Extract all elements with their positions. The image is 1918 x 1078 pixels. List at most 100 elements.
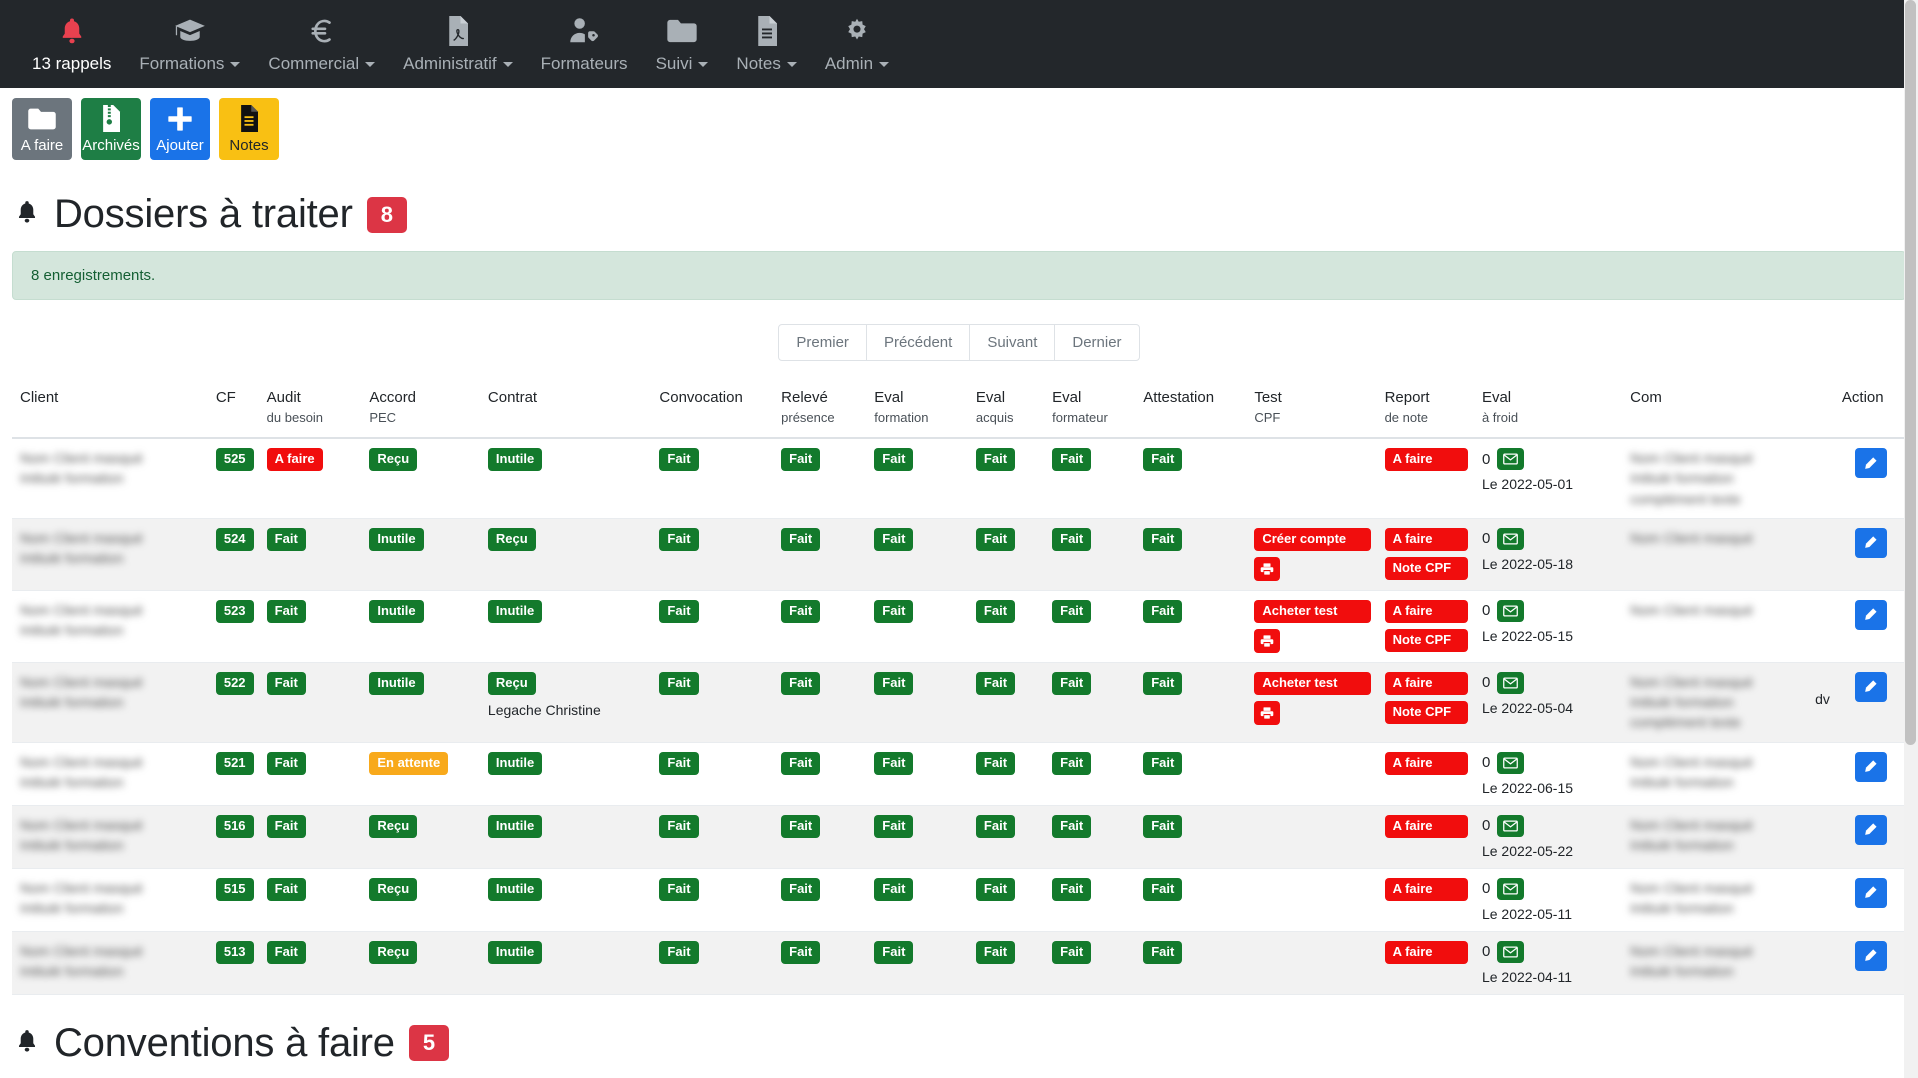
mail-icon[interactable] xyxy=(1497,448,1525,470)
archives-button[interactable]: Archivés xyxy=(81,98,141,160)
pagination-first[interactable]: Premier xyxy=(778,324,867,361)
contrat-badge[interactable]: Inutile xyxy=(487,599,543,623)
report-badge[interactable]: A faire xyxy=(1384,599,1468,623)
mail-icon[interactable] xyxy=(1497,751,1525,774)
cf-badge[interactable]: 513 xyxy=(215,940,254,964)
convocation-badge[interactable]: Fait xyxy=(659,877,699,901)
accord-badge[interactable]: En attente xyxy=(369,751,449,775)
releve-badge[interactable]: Fait xyxy=(781,527,821,551)
accord-badge[interactable]: Reçu xyxy=(369,448,418,471)
attestation-badge[interactable]: Fait xyxy=(1143,877,1183,901)
eval-formateur-badge[interactable]: Fait xyxy=(1052,448,1092,471)
attestation-badge[interactable]: Fait xyxy=(1143,448,1183,471)
contrat-badge[interactable]: Reçu xyxy=(487,527,536,551)
contrat-badge[interactable]: Inutile xyxy=(487,877,543,901)
mail-icon[interactable] xyxy=(1497,877,1525,900)
accord-badge[interactable]: Inutile xyxy=(369,527,424,551)
edit-row-button[interactable] xyxy=(1854,599,1887,630)
eval-acquis-badge[interactable]: Fait xyxy=(975,599,1016,623)
pagination-next[interactable]: Suivant xyxy=(969,324,1056,361)
edit-row-button[interactable] xyxy=(1854,814,1887,845)
ajouter-button[interactable]: Ajouter xyxy=(150,98,210,160)
contrat-badge[interactable]: Inutile xyxy=(487,448,543,471)
eval-formation-badge[interactable]: Fait xyxy=(874,877,914,901)
contrat-badge[interactable]: Inutile xyxy=(487,751,543,775)
releve-badge[interactable]: Fait xyxy=(781,751,821,775)
contrat-badge[interactable]: Inutile xyxy=(487,814,543,838)
audit-badge[interactable]: Fait xyxy=(266,940,306,964)
mail-icon[interactable] xyxy=(1497,814,1525,837)
pagination-previous[interactable]: Précédent xyxy=(865,324,971,361)
eval-formation-badge[interactable]: Fait xyxy=(874,671,914,695)
accord-badge[interactable]: Reçu xyxy=(369,814,418,838)
cf-badge[interactable]: 525 xyxy=(215,448,254,471)
nav-item-administratif[interactable]: Administratif xyxy=(389,10,527,80)
report-badge[interactable]: A faire xyxy=(1384,751,1468,775)
report-badge[interactable]: A faire xyxy=(1384,671,1468,695)
cf-badge[interactable]: 516 xyxy=(215,814,254,838)
mail-icon[interactable] xyxy=(1497,671,1525,694)
nav-item-notes[interactable]: Notes xyxy=(722,10,810,80)
report-badge[interactable]: A faire xyxy=(1384,814,1468,838)
accord-badge[interactable]: Reçu xyxy=(369,877,418,901)
edit-row-button[interactable] xyxy=(1854,751,1887,782)
eval-acquis-badge[interactable]: Fait xyxy=(975,940,1016,964)
eval-formateur-badge[interactable]: Fait xyxy=(1052,877,1092,901)
edit-row-button[interactable] xyxy=(1854,671,1887,702)
printer-icon[interactable] xyxy=(1254,700,1281,725)
contrat-badge[interactable]: Inutile xyxy=(487,940,543,964)
report-badge[interactable]: Note CPF xyxy=(1384,700,1468,724)
test-cpf-badge[interactable]: Acheter test xyxy=(1254,599,1371,623)
nav-item-formations[interactable]: Formations xyxy=(125,10,254,80)
report-badge[interactable]: Note CPF xyxy=(1384,556,1468,580)
convocation-badge[interactable]: Fait xyxy=(659,814,699,838)
attestation-badge[interactable]: Fait xyxy=(1143,751,1183,775)
audit-badge[interactable]: A faire xyxy=(266,448,323,471)
edit-row-button[interactable] xyxy=(1854,940,1887,971)
audit-badge[interactable]: Fait xyxy=(266,814,306,838)
a-faire-button[interactable]: A faire xyxy=(12,98,72,160)
printer-icon[interactable] xyxy=(1254,628,1281,653)
report-badge[interactable]: A faire xyxy=(1384,877,1468,901)
eval-formation-badge[interactable]: Fait xyxy=(874,527,914,551)
audit-badge[interactable]: Fait xyxy=(266,527,306,551)
cf-badge[interactable]: 515 xyxy=(215,877,254,901)
releve-badge[interactable]: Fait xyxy=(781,940,821,964)
releve-badge[interactable]: Fait xyxy=(781,671,821,695)
releve-badge[interactable]: Fait xyxy=(781,814,821,838)
report-badge[interactable]: A faire xyxy=(1384,527,1468,551)
pagination-last[interactable]: Dernier xyxy=(1054,324,1140,361)
edit-row-button[interactable] xyxy=(1854,448,1887,478)
report-badge[interactable]: A faire xyxy=(1384,940,1468,964)
cf-badge[interactable]: 524 xyxy=(215,527,254,551)
attestation-badge[interactable]: Fait xyxy=(1143,940,1183,964)
eval-formateur-badge[interactable]: Fait xyxy=(1052,671,1092,695)
nav-item-formateurs[interactable]: Formateurs xyxy=(527,10,642,80)
attestation-badge[interactable]: Fait xyxy=(1143,671,1183,695)
test-cpf-badge[interactable]: Acheter test xyxy=(1254,671,1371,695)
accord-badge[interactable]: Reçu xyxy=(369,940,418,964)
audit-badge[interactable]: Fait xyxy=(266,671,306,695)
mail-icon[interactable] xyxy=(1497,599,1525,622)
edit-row-button[interactable] xyxy=(1854,877,1887,908)
releve-badge[interactable]: Fait xyxy=(781,599,821,623)
cf-badge[interactable]: 521 xyxy=(215,751,254,775)
eval-acquis-badge[interactable]: Fait xyxy=(975,527,1016,551)
audit-badge[interactable]: Fait xyxy=(266,751,306,775)
page-scrollbar[interactable] xyxy=(1904,0,1918,1078)
scrollbar-thumb[interactable] xyxy=(1905,0,1916,745)
attestation-badge[interactable]: Fait xyxy=(1143,599,1183,623)
eval-acquis-badge[interactable]: Fait xyxy=(975,877,1016,901)
contrat-badge[interactable]: Reçu xyxy=(487,671,536,695)
releve-badge[interactable]: Fait xyxy=(781,877,821,901)
eval-formateur-badge[interactable]: Fait xyxy=(1052,940,1092,964)
convocation-badge[interactable]: Fait xyxy=(659,448,699,471)
eval-formation-badge[interactable]: Fait xyxy=(874,940,914,964)
eval-formateur-badge[interactable]: Fait xyxy=(1052,751,1092,775)
eval-formation-badge[interactable]: Fait xyxy=(874,599,914,623)
printer-icon[interactable] xyxy=(1254,556,1281,581)
test-cpf-badge[interactable]: Créer compte xyxy=(1254,527,1371,551)
nav-item-commercial[interactable]: Commercial xyxy=(254,10,389,80)
convocation-badge[interactable]: Fait xyxy=(659,940,699,964)
attestation-badge[interactable]: Fait xyxy=(1143,527,1183,551)
